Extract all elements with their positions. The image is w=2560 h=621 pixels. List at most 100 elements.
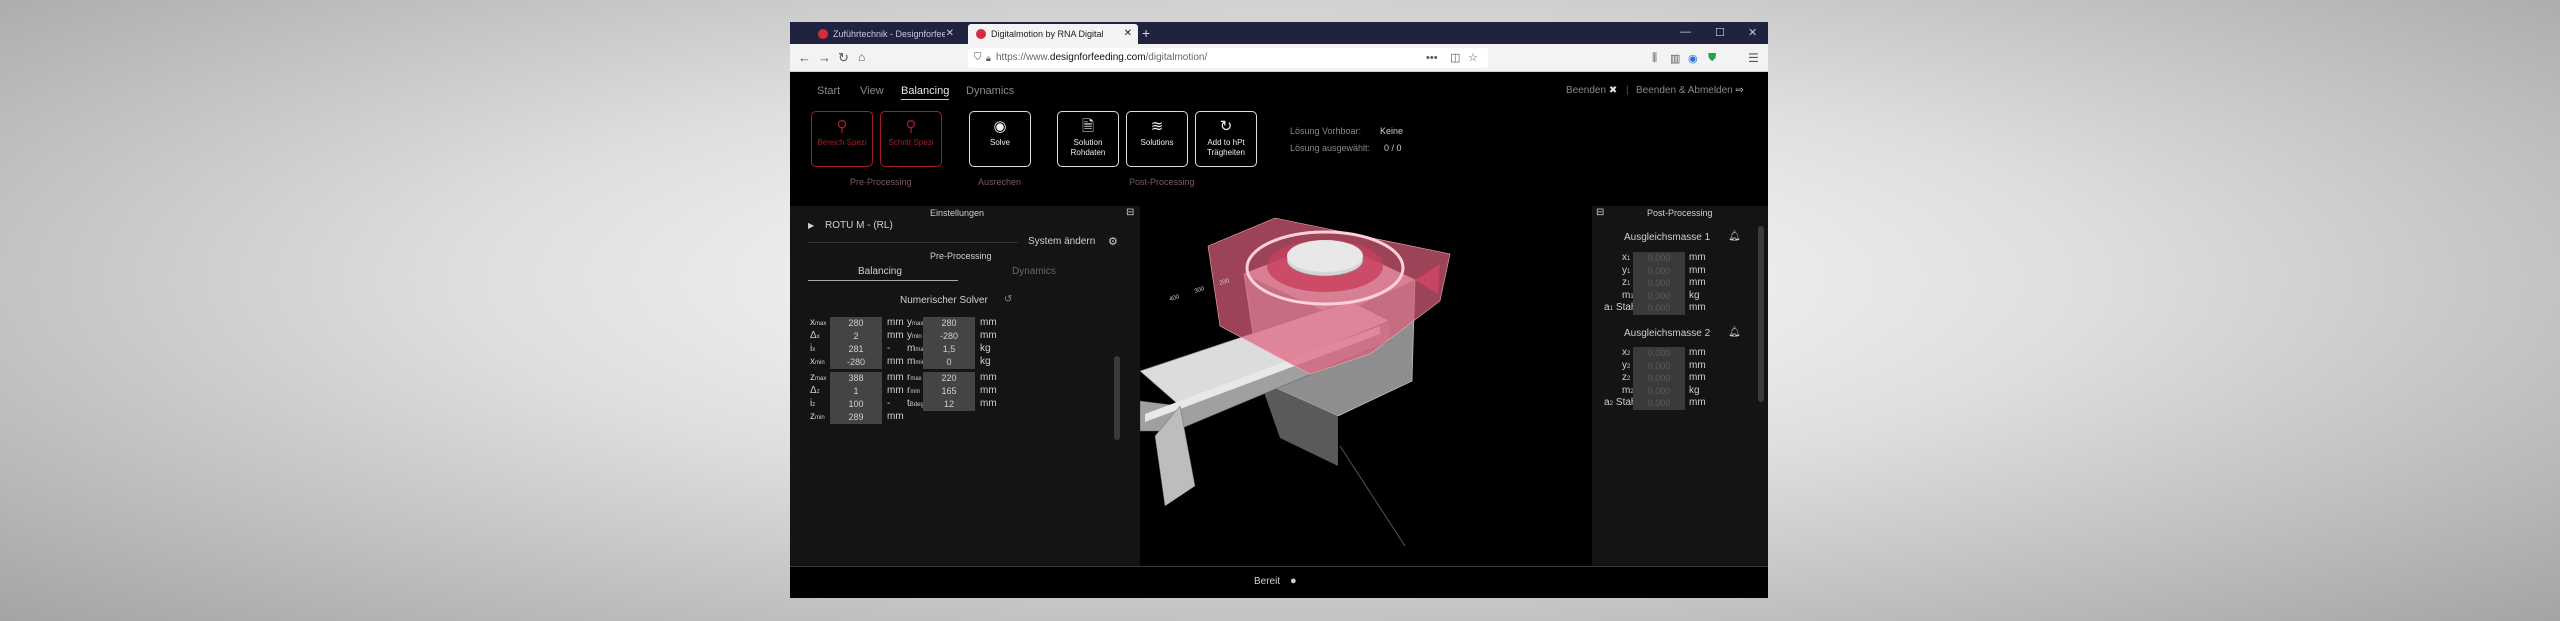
app-area: Start View Balancing Dynamics Beenden ✖ …: [790, 72, 1768, 598]
symbol-subscript: 2: [1627, 363, 1631, 370]
tab-digitalmotion[interactable]: Digitalmotion by RNA Digital ✕: [968, 24, 1138, 44]
symbol-subscript: 2: [1627, 376, 1631, 382]
reset-icon[interactable]: ↺: [1004, 294, 1012, 305]
url-bar[interactable]: ⛉ 🔒︎ https://www.designforfeeding.com/di…: [968, 48, 1488, 68]
pocket-icon[interactable]: ◫: [1450, 48, 1460, 68]
scrollbar[interactable]: [1114, 356, 1120, 440]
exit-logout-button[interactable]: Beenden & Abmelden ⇨: [1636, 85, 1744, 96]
panel-header: Post-Processing: [1647, 208, 1713, 218]
param-symbol: y1: [1622, 265, 1630, 276]
param-unit: mm: [980, 385, 997, 396]
home-icon[interactable]: ⌂: [858, 50, 865, 64]
param-input[interactable]: -280: [923, 330, 975, 343]
param-input[interactable]: 0,000: [1633, 264, 1685, 278]
tool-label: Solve: [989, 138, 1010, 147]
bell-icon[interactable]: 🔔︎: [1728, 231, 1741, 242]
sidebar-icon[interactable]: ▥: [1670, 52, 1680, 65]
menu-tab-view[interactable]: View: [860, 85, 884, 97]
account-icon[interactable]: ◉: [1688, 52, 1698, 65]
close-window-icon[interactable]: ✕: [1748, 26, 1757, 39]
menu-tab-balancing[interactable]: Balancing: [901, 85, 950, 100]
bell-icon[interactable]: 🔔︎: [1728, 327, 1741, 338]
param-input[interactable]: 100: [830, 398, 882, 411]
symbol-subscript: max: [912, 321, 924, 327]
collapse-icon[interactable]: ⊟: [1126, 207, 1134, 218]
param-input[interactable]: 0,000: [1633, 347, 1685, 360]
close-tab-icon[interactable]: ✕: [946, 28, 954, 39]
bookmark-star-icon[interactable]: ☆: [1468, 48, 1478, 68]
new-tab-icon[interactable]: +: [1142, 25, 1150, 41]
param-input[interactable]: 289: [830, 411, 882, 424]
3d-viewport[interactable]: 400 300 200: [1139, 206, 1592, 566]
url-prefix: https://www.: [996, 52, 1050, 63]
param-input[interactable]: 280: [830, 317, 882, 330]
param-input[interactable]: 1: [830, 385, 882, 398]
range-spec-button[interactable]: ⚲ Bereich Spezi: [811, 111, 873, 167]
tab-dynamics[interactable]: Dynamics: [1012, 266, 1056, 277]
param-input[interactable]: -280: [830, 356, 882, 369]
param-input[interactable]: 2: [830, 330, 882, 343]
site-favicon-icon: [818, 29, 828, 39]
param-input[interactable]: 0,000: [1633, 372, 1685, 385]
forward-icon[interactable]: →: [818, 50, 831, 65]
minimize-icon[interactable]: —: [1680, 26, 1691, 38]
scrollbar[interactable]: [1758, 226, 1764, 402]
param-input[interactable]: 0,000: [1633, 302, 1685, 315]
param-input[interactable]: 12: [923, 398, 975, 411]
extension-shield-icon[interactable]: ⛊: [1708, 52, 1716, 65]
tool-label: Bereich Spezi: [817, 138, 867, 147]
param-unit: mm: [887, 330, 904, 341]
more-icon[interactable]: •••: [1426, 48, 1438, 68]
collapse-icon[interactable]: ⊟: [1596, 207, 1604, 218]
maximize-icon[interactable]: ☐: [1715, 26, 1725, 39]
menu-hamburger-icon[interactable]: ☰: [1748, 51, 1759, 65]
param-input[interactable]: 0,000: [1633, 359, 1685, 373]
tab-bar: Zuführtechnik - Designforfeedi ✕ Digital…: [790, 22, 1768, 44]
tree-item[interactable]: ROTU M - (RL): [825, 220, 893, 231]
param-symbol: zmax: [810, 372, 826, 383]
param-input[interactable]: 0: [923, 356, 975, 369]
close-tab-icon[interactable]: ✕: [1124, 28, 1132, 39]
solutions-button[interactable]: ≋ Solutions: [1126, 111, 1188, 167]
param-unit: mm: [980, 317, 997, 328]
param-input[interactable]: 165: [923, 385, 975, 398]
add-to-inertia-button[interactable]: ↻ Add to hPt Trägheiten: [1195, 111, 1257, 167]
divider: [808, 242, 1018, 243]
reload-icon[interactable]: ↻: [838, 50, 849, 66]
param-input[interactable]: 0,000: [1633, 289, 1685, 303]
param-symbol: ix: [810, 343, 815, 354]
exit-button[interactable]: Beenden ✖: [1566, 85, 1617, 96]
tool-label: Solution Rohdaten: [1070, 138, 1106, 157]
tab-balancing[interactable]: Balancing: [858, 266, 902, 277]
tab-zufuehrtechnik[interactable]: Zuführtechnik - Designforfeedi ✕: [810, 24, 960, 44]
symbol-subscript: max: [815, 376, 827, 382]
menu-tab-start[interactable]: Start: [817, 85, 840, 97]
solution-available-label: Lösung Vorhboar:: [1290, 126, 1362, 136]
param-unit: mm: [887, 372, 904, 383]
param-input[interactable]: 0,000: [1633, 384, 1685, 398]
param-input[interactable]: 0,000: [1633, 252, 1685, 265]
param-symbol: m2: [1622, 385, 1634, 396]
symbol-subscript: 1: [1627, 268, 1631, 275]
svg-text:400: 400: [1169, 294, 1181, 303]
tool-label: Schritt Spezi: [888, 138, 934, 147]
param-input[interactable]: 281: [830, 343, 882, 356]
param-input[interactable]: 280: [923, 317, 975, 330]
param-input[interactable]: 388: [830, 372, 882, 385]
param-unit: mm: [1689, 359, 1706, 371]
param-input[interactable]: 0,000: [1633, 277, 1685, 290]
param-unit: kg: [980, 356, 991, 367]
expand-triangle-icon[interactable]: ▶: [808, 221, 814, 230]
step-spec-button[interactable]: ⚲ Schritt Spezi: [880, 111, 942, 167]
back-icon[interactable]: ←: [798, 50, 811, 65]
param-input[interactable]: 1,5: [923, 343, 975, 356]
system-change-button[interactable]: System ändern: [1028, 236, 1095, 247]
solution-raw-data-button[interactable]: 🗎︎ Solution Rohdaten: [1057, 111, 1119, 167]
param-input[interactable]: 220: [923, 372, 975, 385]
library-icon[interactable]: ⫼: [1652, 52, 1657, 65]
gear-icon[interactable]: ⚙: [1108, 235, 1118, 248]
param-unit: mm: [887, 411, 904, 422]
menu-tab-dynamics[interactable]: Dynamics: [966, 85, 1014, 97]
solve-button[interactable]: ◉ Solve: [969, 111, 1031, 167]
param-input[interactable]: 0,000: [1633, 397, 1685, 410]
